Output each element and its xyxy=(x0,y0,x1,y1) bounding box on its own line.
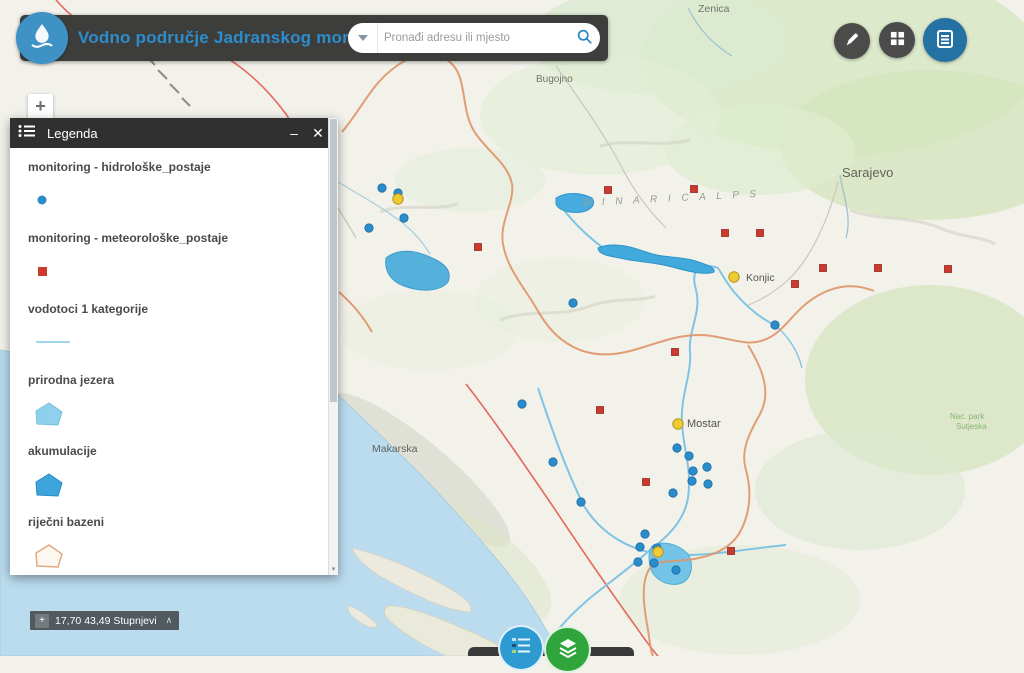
legend-minimize-button[interactable]: – xyxy=(282,121,306,145)
basemap-gallery-button[interactable] xyxy=(879,22,915,58)
meteo-station-marker[interactable] xyxy=(642,478,650,486)
legend-panel: Legenda – ✕ monitoring - hidrološke_post… xyxy=(10,118,338,575)
app-title: Vodno područje Jadranskog mora xyxy=(78,28,359,47)
legend-item-label: akumulacije xyxy=(28,444,97,458)
legend-item-label: prirodna jezera xyxy=(28,373,115,387)
coordinate-value: 17,70 43,49 Stupnjevi xyxy=(55,614,157,627)
city-marker[interactable] xyxy=(392,193,404,205)
line-lightblue-swatch xyxy=(28,329,324,355)
hydro-station-marker[interactable] xyxy=(672,443,682,453)
search-box xyxy=(348,23,600,53)
polygon-outline-orange-swatch xyxy=(28,542,324,568)
hydro-station-marker[interactable] xyxy=(635,542,645,552)
layers-shortcut-button[interactable] xyxy=(544,626,591,673)
search-icon xyxy=(576,28,593,48)
hydro-station-marker[interactable] xyxy=(640,529,650,539)
meteo-station-marker[interactable] xyxy=(721,229,729,237)
legend-shortcut-button[interactable] xyxy=(498,625,544,671)
map-place-label: Bugojno xyxy=(536,74,573,85)
hydro-station-marker[interactable] xyxy=(649,558,659,568)
layer-list-button[interactable] xyxy=(923,18,967,62)
meteo-station-marker[interactable] xyxy=(756,229,764,237)
pencil-icon xyxy=(844,32,860,51)
hydro-station-marker[interactable] xyxy=(688,466,698,476)
legend-close-button[interactable]: ✕ xyxy=(306,121,330,145)
legend-header: Legenda – ✕ xyxy=(10,118,338,148)
meteo-station-marker[interactable] xyxy=(671,348,679,356)
legend-item-label: riječni bazeni xyxy=(28,515,105,529)
coordinate-collapse-button[interactable]: ∧ xyxy=(164,615,175,626)
square-red-swatch xyxy=(28,258,324,284)
map-place-label: Nac. park xyxy=(950,412,985,421)
scrollbar-down-arrow[interactable]: ▾ xyxy=(329,565,338,575)
hydro-station-marker[interactable] xyxy=(770,320,780,330)
locate-button[interactable]: + xyxy=(35,613,49,628)
crosshair-icon: + xyxy=(39,614,45,626)
legend-item-label: monitoring - hidrološke_postaje xyxy=(28,160,211,174)
legend-item-2: vodotoci 1 kategorije xyxy=(28,302,324,355)
hydro-station-marker[interactable] xyxy=(702,462,712,472)
point-blue-swatch xyxy=(28,187,324,213)
legend-body: monitoring - hidrološke_postaje monitori… xyxy=(10,148,338,575)
map-place-label: Konjic xyxy=(746,272,775,284)
map-place-label: Sarajevo xyxy=(842,165,893,180)
meteo-station-marker[interactable] xyxy=(874,264,882,272)
hydro-station-marker[interactable] xyxy=(671,565,681,575)
water-drop-icon xyxy=(27,21,57,56)
legend-item-3: prirodna jezera xyxy=(28,373,324,426)
hydro-station-marker[interactable] xyxy=(668,488,678,498)
meteo-station-marker[interactable] xyxy=(944,265,952,273)
map-place-label: Zenica xyxy=(698,3,730,15)
hydro-station-marker[interactable] xyxy=(703,479,713,489)
meteo-station-marker[interactable] xyxy=(819,264,827,272)
hydro-station-marker[interactable] xyxy=(687,476,697,486)
hydro-station-marker[interactable] xyxy=(399,213,409,223)
legend-scrollbar: ▾ xyxy=(328,118,338,575)
legend-title: Legenda xyxy=(47,125,98,141)
legend-item-4: akumulacije xyxy=(28,444,324,497)
polygon-blue-swatch xyxy=(28,471,324,497)
legend-item-5: riječni bazeni xyxy=(28,515,324,568)
hydro-station-marker[interactable] xyxy=(364,223,374,233)
hydro-station-marker[interactable] xyxy=(684,451,694,461)
grid-icon xyxy=(890,31,905,49)
header-bar: Vodno područje Jadranskog mora xyxy=(16,12,608,64)
city-marker[interactable] xyxy=(728,271,740,283)
mini-legend-icon xyxy=(511,636,531,669)
coordinate-widget: + 17,70 43,49 Stupnjevi ∧ xyxy=(30,611,180,630)
hydro-station-marker[interactable] xyxy=(576,497,586,507)
hydro-station-marker[interactable] xyxy=(633,557,643,567)
chevron-down-icon xyxy=(357,35,368,41)
layer-list-icon xyxy=(935,29,955,52)
hydro-station-marker[interactable] xyxy=(548,457,558,467)
legend-item-label: vodotoci 1 kategorije xyxy=(28,302,149,316)
map-place-label: Mostar xyxy=(687,418,721,430)
polygon-lightblue-swatch xyxy=(28,400,324,426)
legend-scrollbar-thumb[interactable] xyxy=(330,119,337,403)
app-logo xyxy=(16,12,68,64)
meteo-station-marker[interactable] xyxy=(791,280,799,288)
legend-list-icon xyxy=(18,124,35,143)
draw-button[interactable] xyxy=(834,23,870,59)
legend-item-1: monitoring - meteorološke_postaje xyxy=(28,231,324,284)
hydro-station-marker[interactable] xyxy=(568,298,578,308)
search-input[interactable] xyxy=(378,32,568,44)
legend-item-label: monitoring - meteorološke_postaje xyxy=(28,231,229,245)
meteo-station-marker[interactable] xyxy=(596,406,604,414)
meteo-station-marker[interactable] xyxy=(727,547,735,555)
search-button[interactable] xyxy=(568,23,600,53)
search-source-dropdown[interactable] xyxy=(348,23,378,53)
map-place-label: Makarska xyxy=(372,443,418,455)
hydro-station-marker[interactable] xyxy=(377,183,387,193)
meteo-station-marker[interactable] xyxy=(604,186,612,194)
zoom-in-button[interactable]: + xyxy=(28,94,53,119)
hydro-station-marker[interactable] xyxy=(517,399,527,409)
city-marker[interactable] xyxy=(672,418,684,430)
city-marker[interactable] xyxy=(652,546,664,558)
layers-icon xyxy=(556,636,580,671)
legend-item-0: monitoring - hidrološke_postaje xyxy=(28,160,324,213)
map-place-label: Sutjeska xyxy=(956,422,987,431)
chevron-up-icon: ∧ xyxy=(165,615,173,625)
meteo-station-marker[interactable] xyxy=(474,243,482,251)
